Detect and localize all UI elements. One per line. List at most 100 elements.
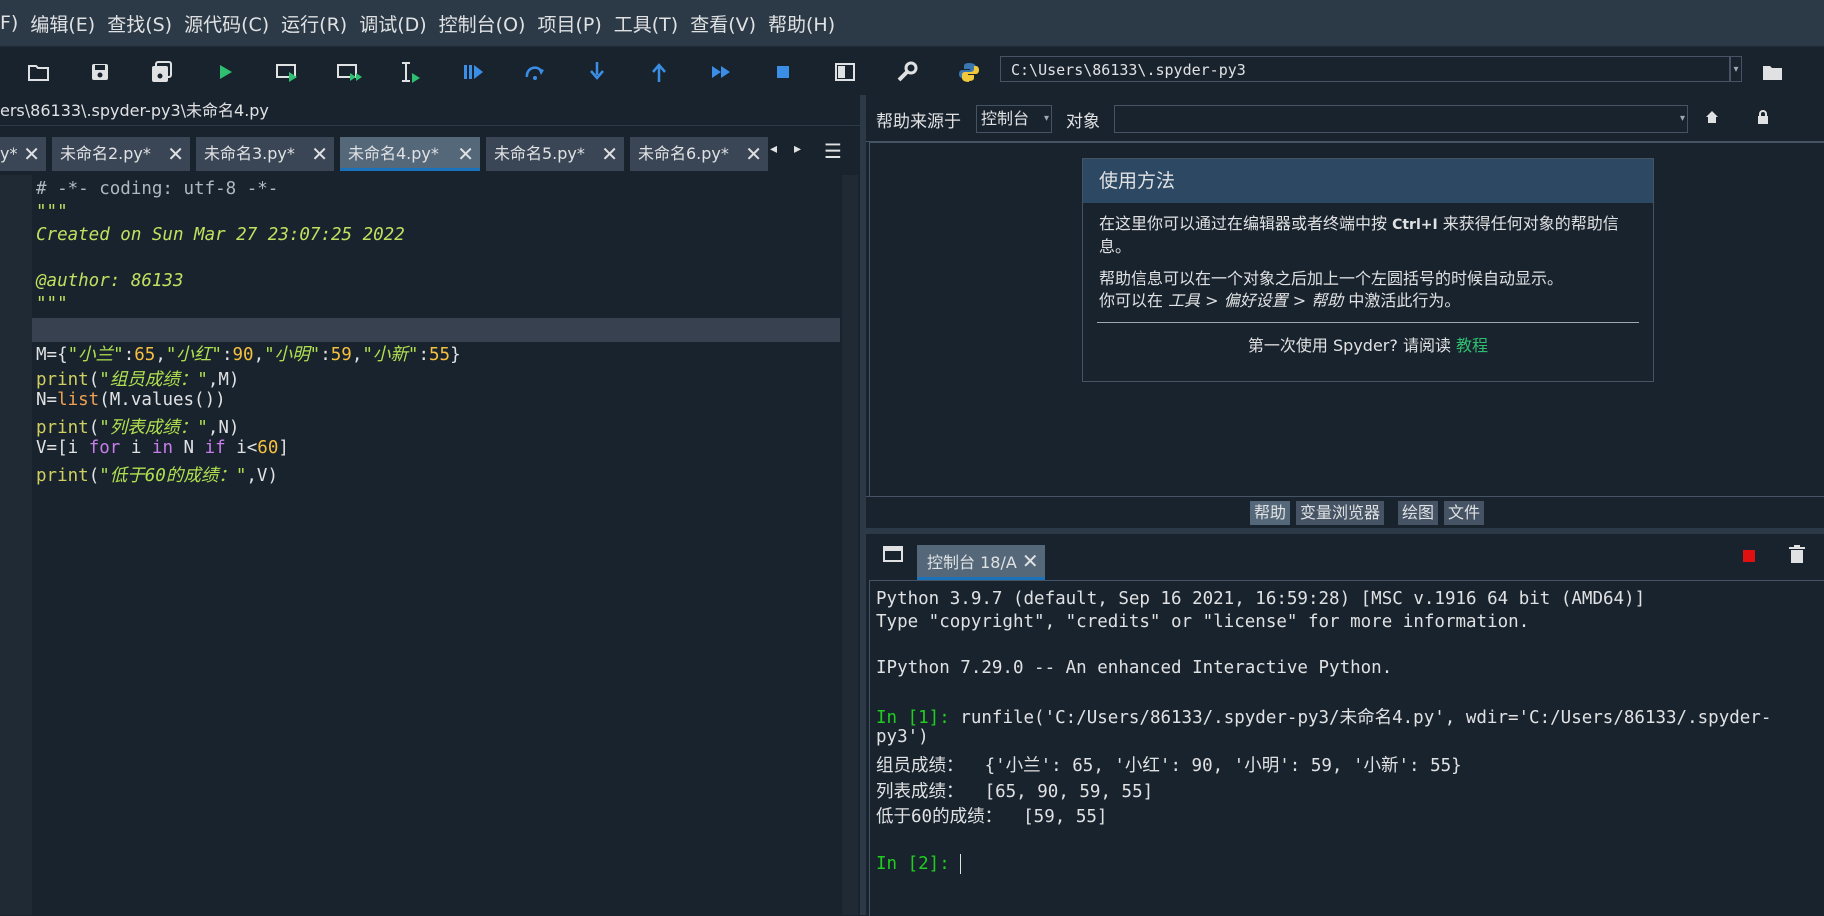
editor-tabs: y* ✕ 未命名2.py* ✕ 未命名3.py* ✕ 未命名4.py* ✕ 未命名5.p…	[0, 135, 862, 175]
python-path-icon[interactable]	[954, 57, 984, 87]
chevron-down-icon: ▾	[1043, 113, 1049, 124]
menu-tools[interactable]: 工具(T)	[608, 10, 684, 37]
code-line: M={"小兰":65,"小红":90,"小明":59,"小新":55}	[36, 345, 461, 365]
code-editor[interactable]: # -*- coding: utf-8 -*- """ Created on S…	[0, 175, 858, 915]
card-title: 使用方法	[1083, 159, 1653, 203]
close-icon[interactable]: ✕	[167, 137, 184, 171]
chevron-right-icon[interactable]: ▸	[794, 141, 801, 157]
code-line: V=[i for i in N if i<60]	[36, 438, 289, 458]
editor-scrollbar[interactable]	[842, 175, 858, 915]
run-selection-icon[interactable]	[396, 57, 426, 87]
menu-run[interactable]: 运行(R)	[275, 10, 353, 37]
stop-debug-icon[interactable]	[768, 57, 798, 87]
open-folder-icon[interactable]	[24, 57, 54, 87]
step-over-icon[interactable]	[520, 57, 550, 87]
menu-debug[interactable]: 调试(D)	[353, 10, 432, 37]
code-line: """	[36, 202, 68, 222]
help-toolbar: 帮助来源于 控制台 ▾ 对象 ▾	[866, 97, 1824, 142]
menu-edit[interactable]: 编辑(E)	[24, 10, 101, 37]
tutorial-link[interactable]: 教程	[1456, 336, 1488, 355]
help-source-label: 帮助来源于	[876, 112, 961, 132]
maximize-pane-icon[interactable]	[830, 57, 860, 87]
chevron-down-icon[interactable]: ▾	[1730, 56, 1742, 82]
console-line: IPython 7.29.0 -- An enhanced Interactiv…	[876, 658, 1393, 678]
help-paragraph: 你可以在 工具 > 偏好设置 > 帮助 中激活此行为。	[1099, 291, 1461, 310]
chevron-left-icon[interactable]: ◂	[770, 141, 777, 157]
stop-icon[interactable]	[1742, 548, 1756, 567]
step-into-icon[interactable]	[582, 57, 612, 87]
close-icon[interactable]: ✕	[1022, 549, 1039, 573]
pane-tab-bar: 帮助 变量浏览器 绘图 文件	[866, 496, 1824, 529]
close-icon[interactable]: ✕	[311, 137, 328, 171]
debug-icon[interactable]	[458, 57, 488, 87]
menu-file[interactable]: F)	[0, 12, 24, 34]
help-object-label: 对象	[1066, 112, 1100, 132]
line-number-gutter	[0, 175, 32, 915]
menu-help[interactable]: 帮助(H)	[762, 10, 841, 37]
console-line: Type "copyright", "credits" or "license"…	[876, 612, 1530, 632]
step-return-icon[interactable]	[644, 57, 674, 87]
save-all-icon[interactable]	[147, 57, 177, 87]
lock-icon[interactable]	[1756, 109, 1770, 129]
run-icon[interactable]	[210, 57, 240, 87]
tab-help[interactable]: 帮助	[1250, 501, 1291, 525]
menu-view[interactable]: 查看(V)	[684, 10, 762, 37]
browse-folder-icon[interactable]	[1758, 57, 1788, 87]
menu-bar: F) 编辑(E) 查找(S) 源代码(C) 运行(R) 调试(D) 控制台(O)…	[0, 0, 1824, 47]
console-line: Python 3.9.7 (default, Sep 16 2021, 16:5…	[876, 589, 1646, 609]
help-source-select[interactable]: 控制台 ▾	[976, 105, 1052, 133]
console-tab[interactable]: 控制台 18/A ✕	[917, 545, 1045, 580]
working-directory-input[interactable]: C:\Users\86133\.spyder-py3	[1000, 56, 1730, 82]
divider	[1097, 322, 1639, 323]
preferences-wrench-icon[interactable]	[892, 57, 922, 87]
console-line: 列表成绩： [65, 90, 59, 55]	[876, 782, 1154, 802]
console-line: 低于60的成绩： [59, 55]	[876, 807, 1108, 827]
close-icon[interactable]: ✕	[23, 137, 40, 171]
hamburger-menu-icon[interactable]: ☰	[824, 139, 842, 163]
help-footer: 第一次使用 Spyder? 请阅读 教程	[1247, 336, 1489, 355]
help-object-input[interactable]: ▾	[1114, 105, 1688, 133]
save-icon[interactable]	[85, 57, 115, 87]
code-line: @author: 86133	[36, 271, 184, 291]
console-line: In [1]: runfile('C:/Users/86133/.spyder-…	[876, 708, 1772, 728]
usage-card: 使用方法 在这里你可以通过在编辑器或者终端中按 Ctrl+I 来获得任何对象的帮…	[1082, 158, 1654, 382]
console-line: py3')	[876, 727, 929, 747]
menu-source[interactable]: 源代码(C)	[178, 10, 275, 37]
close-icon[interactable]: ✕	[457, 137, 474, 168]
tab-files[interactable]: 文件	[1444, 501, 1485, 525]
help-paragraph: 帮助信息可以在一个对象之后加上一个左圆括号的时候自动显示。	[1099, 269, 1564, 288]
current-line-highlight	[32, 318, 840, 342]
tab-untitled3[interactable]: 未命名3.py* ✕	[196, 137, 334, 171]
menu-search[interactable]: 查找(S)	[101, 10, 178, 37]
tab-variable-explorer[interactable]: 变量浏览器	[1296, 501, 1385, 525]
help-paragraph: 在这里你可以通过在编辑器或者终端中按 Ctrl+I 来获得任何对象的帮助信息。	[1099, 214, 1619, 256]
tab-untitled5[interactable]: 未命名5.py* ✕	[486, 137, 624, 171]
tab-untitled4[interactable]: 未命名4.py* ✕	[340, 137, 480, 171]
menu-consoles[interactable]: 控制台(O)	[433, 10, 532, 37]
tab-plots[interactable]: 绘图	[1398, 501, 1439, 525]
code-line: N=list(M.values())	[36, 390, 226, 410]
menu-projects[interactable]: 项目(P)	[531, 10, 607, 37]
run-cell-icon[interactable]	[272, 57, 302, 87]
editor-file-path: ers\86133\.spyder-py3\未命名4.py	[0, 97, 862, 126]
trash-icon[interactable]	[1788, 544, 1806, 568]
code-line: # -*- coding: utf-8 -*-	[36, 179, 279, 199]
run-cell-advance-icon[interactable]	[334, 57, 364, 87]
console-line: 组员成绩： {'小兰': 65, '小红': 90, '小明': 59, '小新…	[876, 756, 1462, 776]
code-line: """	[36, 294, 68, 314]
code-line: print("低于60的成绩：",V)	[36, 466, 278, 486]
continue-icon[interactable]	[706, 57, 736, 87]
console-prompt: In [2]: ​	[876, 854, 962, 874]
tab-untitled2[interactable]: 未命名2.py* ✕	[52, 137, 190, 171]
home-icon[interactable]	[1704, 109, 1720, 129]
code-line: Created on Sun Mar 27 23:07:25 2022	[36, 225, 405, 245]
new-console-window-icon[interactable]	[882, 544, 904, 568]
close-icon[interactable]: ✕	[601, 137, 618, 171]
code-line: print("组员成绩：",M)	[36, 370, 240, 390]
tab-untitled6[interactable]: 未命名6.py* ✕	[630, 137, 768, 171]
text-cursor: ​	[960, 854, 962, 874]
ipython-console[interactable]: Python 3.9.7 (default, Sep 16 2021, 16:5…	[869, 580, 1824, 916]
chevron-down-icon: ▾	[1679, 113, 1685, 124]
close-icon[interactable]: ✕	[745, 137, 762, 171]
tab-untitled1[interactable]: y* ✕	[0, 137, 46, 171]
